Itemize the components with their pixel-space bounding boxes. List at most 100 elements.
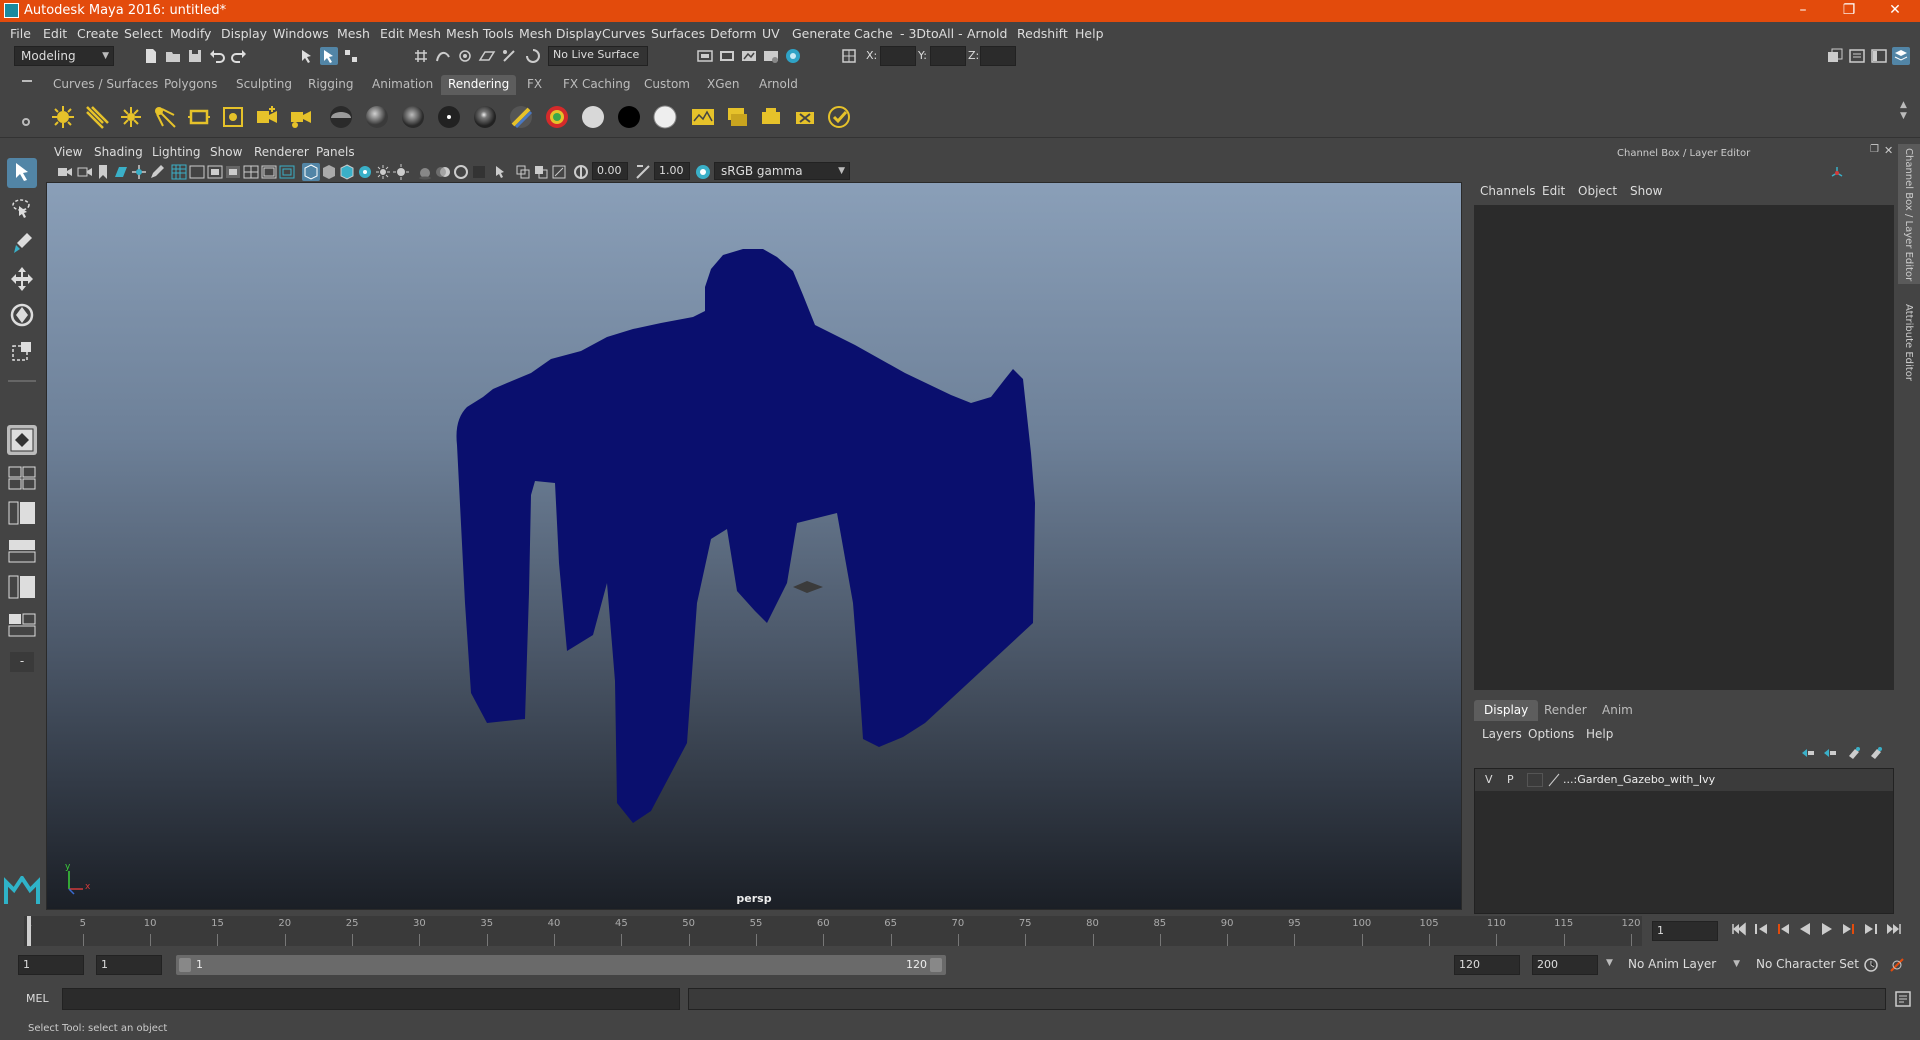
- tab-sculpting[interactable]: Sculpting: [229, 75, 299, 95]
- viewport-menu-renderer[interactable]: Renderer: [254, 145, 309, 159]
- area-light-icon[interactable]: [186, 104, 212, 130]
- menu-redshift[interactable]: Redshift: [1017, 26, 1068, 41]
- menu-deform[interactable]: Deform: [710, 26, 756, 41]
- playback-start-field[interactable]: 1: [96, 955, 162, 975]
- attribute-editor-toggle-icon[interactable]: [1848, 47, 1866, 65]
- use-background-shader-icon[interactable]: [580, 104, 606, 130]
- command-language-label[interactable]: MEL: [26, 992, 49, 1005]
- menu-cache[interactable]: Cache: [854, 26, 893, 41]
- snap-live-icon[interactable]: [500, 47, 518, 65]
- viewport-menu-view[interactable]: View: [54, 145, 82, 159]
- y-field[interactable]: [930, 46, 966, 66]
- new-scene-icon[interactable]: [142, 47, 160, 65]
- white-shader-icon[interactable]: [652, 104, 678, 130]
- menu-uv[interactable]: UV: [762, 26, 780, 41]
- step-back-icon[interactable]: [1752, 920, 1770, 938]
- viewport-menu-show[interactable]: Show: [210, 145, 242, 159]
- select-by-hierarchy-icon[interactable]: [298, 47, 316, 65]
- menu-surfaces[interactable]: Surfaces: [651, 26, 705, 41]
- tab-custom[interactable]: Custom: [637, 75, 697, 95]
- tool-settings-toggle-icon[interactable]: [1870, 47, 1888, 65]
- menu-edit-mesh[interactable]: Edit Mesh: [380, 26, 441, 41]
- float-panel-icon[interactable]: ❐: [1870, 144, 1879, 155]
- image-plane-icon[interactable]: [112, 163, 130, 181]
- viewport-menu-panels[interactable]: Panels: [316, 145, 355, 159]
- end-time-field[interactable]: 200: [1532, 955, 1598, 975]
- batch-render-icon[interactable]: [758, 104, 784, 130]
- motion-blur-icon[interactable]: [434, 163, 452, 181]
- chevron-down-icon[interactable]: ▼: [1606, 958, 1613, 968]
- paint-select-tool-icon[interactable]: [7, 228, 37, 258]
- exposure-field[interactable]: 0.00: [592, 162, 628, 180]
- wireframe-on-shaded-icon[interactable]: [338, 163, 356, 181]
- xray-icon[interactable]: [514, 163, 532, 181]
- range-start-handle[interactable]: [179, 958, 191, 972]
- resolution-gate-icon[interactable]: [206, 163, 224, 181]
- x-field[interactable]: [880, 46, 916, 66]
- step-forward-key-icon[interactable]: [1840, 920, 1858, 938]
- tab-xgen[interactable]: XGen: [700, 75, 747, 95]
- move-layer-up-icon[interactable]: [1800, 746, 1816, 760]
- menu-mesh[interactable]: Mesh: [337, 26, 370, 41]
- shelf-scroll-icon[interactable]: ▲ ▼: [1900, 100, 1907, 122]
- gazebo-with-ivy-mesh[interactable]: [47, 183, 1462, 910]
- channel-box-menu-channels[interactable]: Channels: [1480, 184, 1536, 198]
- move-layer-down-icon[interactable]: [1822, 746, 1838, 760]
- film-gate-icon[interactable]: [188, 163, 206, 181]
- color-management-icon[interactable]: [694, 163, 712, 181]
- tab-arnold[interactable]: Arnold: [752, 75, 805, 95]
- save-scene-icon[interactable]: [186, 47, 204, 65]
- maximize-button[interactable]: ❐: [1826, 0, 1872, 22]
- menu-curves[interactable]: Curves: [602, 26, 645, 41]
- range-slider[interactable]: 1 120: [176, 955, 946, 975]
- playback-end-field[interactable]: 120: [1454, 955, 1520, 975]
- anisotropic-material-icon[interactable]: [472, 104, 498, 130]
- camera-aim-icon[interactable]: [288, 104, 314, 130]
- tab-animation[interactable]: Animation: [365, 75, 440, 95]
- new-layer-icon[interactable]: [1846, 746, 1862, 760]
- select-camera-icon[interactable]: [56, 163, 74, 181]
- ambient-occlusion-icon[interactable]: [416, 163, 434, 181]
- step-back-key-icon[interactable]: [1774, 920, 1792, 938]
- menu-arnold[interactable]: Arnold: [967, 26, 1007, 41]
- show-batch-render-icon[interactable]: [826, 104, 852, 130]
- cancel-batch-render-icon[interactable]: [792, 104, 818, 130]
- layer-color-swatch[interactable]: [1547, 773, 1561, 787]
- bookmark-icon[interactable]: [94, 163, 112, 181]
- tab-rendering[interactable]: Rendering: [441, 75, 517, 95]
- textured-icon[interactable]: [356, 163, 374, 181]
- side-tab-channel-box[interactable]: Channel Box / Layer Editor: [1898, 144, 1920, 284]
- phong-e-material-icon[interactable]: [436, 104, 462, 130]
- camera-attributes-icon[interactable]: [76, 163, 94, 181]
- move-tool-icon[interactable]: [7, 264, 37, 294]
- scale-tool-icon[interactable]: [7, 336, 37, 366]
- close-panel-icon[interactable]: ✕: [1884, 144, 1893, 157]
- new-layer-selected-icon[interactable]: [1868, 746, 1884, 760]
- directional-light-icon[interactable]: [84, 104, 110, 130]
- symmetry-icon[interactable]: [840, 47, 858, 65]
- tab-fx-caching[interactable]: FX Caching: [556, 75, 637, 95]
- shelf-options-icon[interactable]: [22, 118, 30, 126]
- shadows-icon[interactable]: [392, 163, 410, 181]
- character-set-dropdown[interactable]: No Character Set: [1750, 955, 1876, 975]
- menu-windows[interactable]: Windows: [273, 26, 329, 41]
- layer-type-toggle[interactable]: [1527, 773, 1543, 787]
- persp-graph-hypergraph-layout-icon[interactable]: [7, 574, 37, 600]
- persp-outliner-layout-icon[interactable]: [7, 500, 37, 526]
- start-time-field[interactable]: 1: [18, 955, 84, 975]
- viewport-menu-shading[interactable]: Shading: [94, 145, 143, 159]
- anti-aliasing-icon[interactable]: [452, 163, 470, 181]
- wireframe-icon[interactable]: [302, 163, 320, 181]
- step-forward-icon[interactable]: [1862, 920, 1880, 938]
- minimize-button[interactable]: –: [1780, 0, 1826, 22]
- layer-menu-options[interactable]: Options: [1528, 727, 1574, 741]
- go-to-start-icon[interactable]: [1730, 920, 1748, 938]
- four-view-layout-icon[interactable]: [7, 465, 37, 491]
- smooth-shade-icon[interactable]: [320, 163, 338, 181]
- render-current-frame-icon[interactable]: [718, 47, 736, 65]
- volume-light-icon[interactable]: [220, 104, 246, 130]
- tab-rigging[interactable]: Rigging: [301, 75, 360, 95]
- z-field[interactable]: [980, 46, 1016, 66]
- layer-menu-help[interactable]: Help: [1586, 727, 1613, 741]
- ipr-render-icon[interactable]: [740, 47, 758, 65]
